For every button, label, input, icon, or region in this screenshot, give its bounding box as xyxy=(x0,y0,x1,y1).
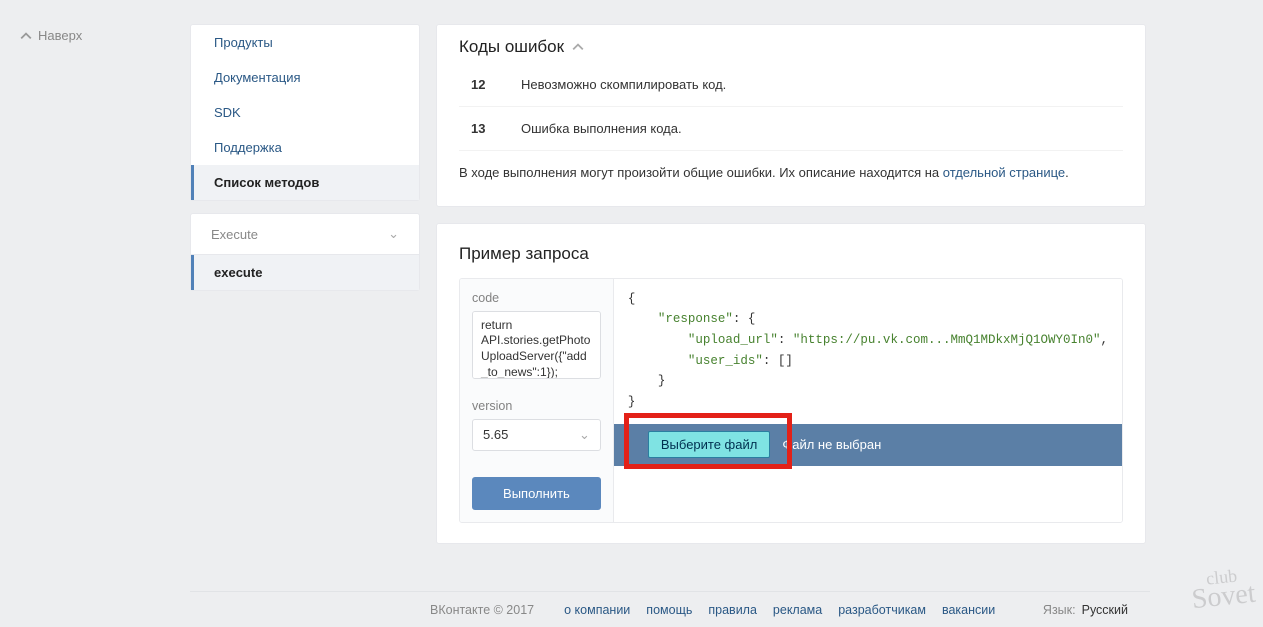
footer-link-jobs[interactable]: вакансии xyxy=(942,603,995,617)
footer: ВКонтакте © 2017 о компании помощь прави… xyxy=(190,591,1150,627)
footer-link-ads[interactable]: реклама xyxy=(773,603,822,617)
sidebar: Продукты Документация SDK Поддержка Спис… xyxy=(190,24,420,560)
file-upload-bar: Выберите файл Файл не выбран xyxy=(614,424,1122,466)
choose-file-button[interactable]: Выберите файл xyxy=(648,431,770,458)
error-desc: Ошибка выполнения кода. xyxy=(521,121,682,136)
error-code: 12 xyxy=(471,77,521,92)
chevron-down-icon: ⌄ xyxy=(388,226,399,242)
result-column: { "response": { "upload_url": "https://p… xyxy=(614,279,1122,522)
nav-item-methods-list[interactable]: Список методов xyxy=(191,165,419,200)
error-codes-title[interactable]: Коды ошибок xyxy=(459,25,1123,63)
footer-links: о компании помощь правила реклама разраб… xyxy=(564,603,995,617)
footer-link-developers[interactable]: разработчикам xyxy=(838,603,926,617)
nav-item-support[interactable]: Поддержка xyxy=(191,130,419,165)
error-row: 13 Ошибка выполнения кода. xyxy=(459,107,1123,151)
params-column: code version 5.65 ⌄ Выполнить xyxy=(460,279,614,522)
file-upload-status: Файл не выбран xyxy=(782,437,881,452)
nav-item-products[interactable]: Продукты xyxy=(191,25,419,60)
request-example-section: Пример запроса code version 5.65 ⌄ Выпол… xyxy=(436,223,1146,544)
back-to-top-label: Наверх xyxy=(38,28,82,43)
error-codes-section: Коды ошибок 12 Невозможно скомпилировать… xyxy=(436,24,1146,207)
chevron-up-icon xyxy=(572,41,584,53)
note-post: . xyxy=(1065,165,1069,180)
error-row: 12 Невозможно скомпилировать код. xyxy=(459,63,1123,107)
error-desc: Невозможно скомпилировать код. xyxy=(521,77,726,92)
back-to-top[interactable]: Наверх xyxy=(20,28,82,43)
error-codes-title-text: Коды ошибок xyxy=(459,37,564,57)
version-label: version xyxy=(472,399,601,413)
footer-link-help[interactable]: помощь xyxy=(646,603,692,617)
language-switcher[interactable]: Язык: Русский xyxy=(1043,603,1128,617)
nav-primary: Продукты Документация SDK Поддержка Спис… xyxy=(190,24,420,201)
watermark: club Sovet xyxy=(1189,567,1257,613)
method-group-select[interactable]: Execute ⌄ xyxy=(191,214,419,255)
version-value: 5.65 xyxy=(483,427,508,442)
chevron-down-icon: ⌄ xyxy=(579,427,590,443)
nav-item-execute[interactable]: execute xyxy=(191,255,419,290)
chevron-up-icon xyxy=(20,30,32,42)
nav-secondary: Execute ⌄ execute xyxy=(190,213,420,291)
code-input[interactable] xyxy=(472,311,601,379)
nav-item-documentation[interactable]: Документация xyxy=(191,60,419,95)
version-select[interactable]: 5.65 ⌄ xyxy=(472,419,601,451)
method-group-label: Execute xyxy=(211,227,258,242)
general-errors-note: В ходе выполнения могут произойти общие … xyxy=(459,151,1123,184)
request-example-title: Пример запроса xyxy=(459,244,1123,278)
footer-link-about[interactable]: о компании xyxy=(564,603,630,617)
error-code: 13 xyxy=(471,121,521,136)
main-content: Коды ошибок 12 Невозможно скомпилировать… xyxy=(436,24,1146,560)
lang-value: Русский xyxy=(1082,603,1128,617)
general-errors-link[interactable]: отдельной странице xyxy=(943,165,1065,180)
json-output: { "response": { "upload_url": "https://p… xyxy=(628,289,1108,413)
footer-copyright: ВКонтакте © 2017 xyxy=(430,603,534,617)
lang-label: Язык: xyxy=(1043,603,1076,617)
note-pre: В ходе выполнения могут произойти общие … xyxy=(459,165,943,180)
example-panel: code version 5.65 ⌄ Выполнить { "respons… xyxy=(459,278,1123,523)
execute-button[interactable]: Выполнить xyxy=(472,477,601,510)
code-label: code xyxy=(472,291,601,305)
nav-item-sdk[interactable]: SDK xyxy=(191,95,419,130)
footer-link-rules[interactable]: правила xyxy=(708,603,757,617)
